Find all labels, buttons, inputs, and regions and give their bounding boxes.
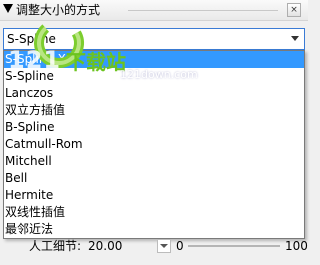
dropdown-option[interactable]: Hermite <box>4 187 304 204</box>
detail-row: 人工细节: 0 100 <box>0 239 308 265</box>
watermark-digits: 121 <box>8 46 62 74</box>
close-button[interactable]: × <box>287 3 301 17</box>
detail-slider[interactable] <box>188 245 280 247</box>
detail-spinner[interactable] <box>157 239 171 253</box>
dropdown-option[interactable]: B-Spline <box>4 119 304 136</box>
header-divider <box>128 10 278 11</box>
dropdown-option[interactable]: Lanczos <box>4 85 304 102</box>
detail-label: 人工细节: <box>29 239 82 253</box>
dropdown-option[interactable]: 最邻近法 <box>4 221 304 238</box>
collapse-triangle-icon[interactable] <box>3 4 13 13</box>
dropdown-option[interactable]: Mitchell <box>4 153 304 170</box>
spinner-down-icon <box>160 244 168 248</box>
watermark-url: 121down.com <box>120 68 198 81</box>
chevron-down-icon[interactable] <box>291 36 299 41</box>
dropdown-option[interactable]: Catmull-Rom <box>4 136 304 153</box>
dropdown-option[interactable]: 双立方插值 <box>4 102 304 119</box>
slider-min-label: 0 <box>176 239 184 253</box>
slider-max-label: 100 <box>285 239 308 253</box>
detail-value-input[interactable] <box>88 239 152 253</box>
watermark-text: 下载站 <box>66 50 126 74</box>
dropdown-option[interactable]: Bell <box>4 170 304 187</box>
dropdown-option[interactable]: 双线性插值 <box>4 204 304 221</box>
